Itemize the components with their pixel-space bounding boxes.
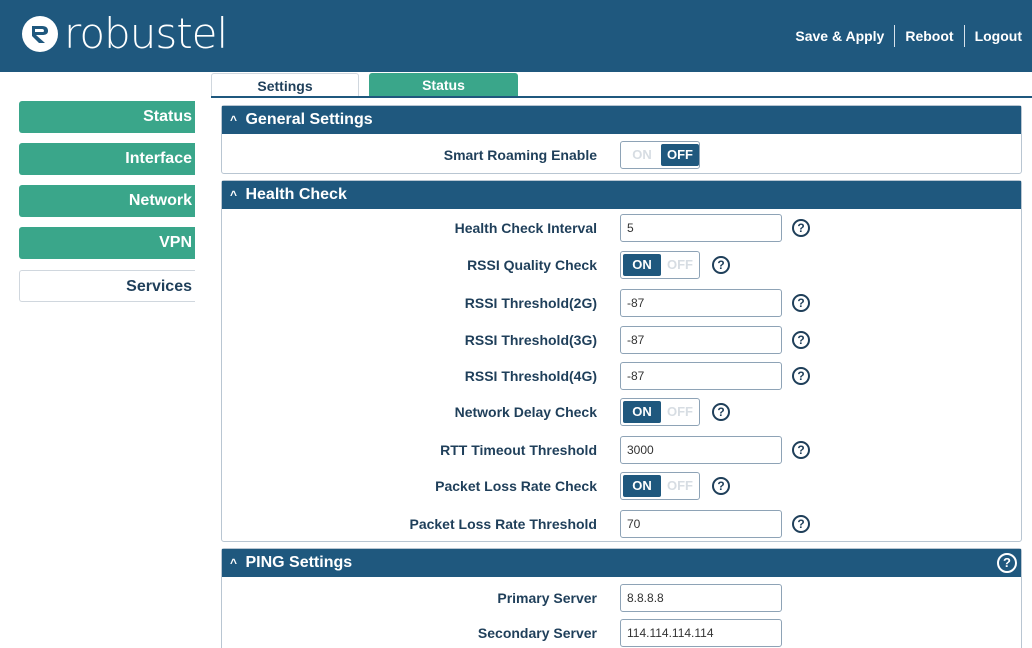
rssi-quality-check-toggle[interactable]: ON OFF [620,251,700,279]
help-icon[interactable]: ? [712,256,730,274]
field-label: RSSI Threshold(4G) [464,368,597,384]
collapse-caret-icon: ^ [230,556,238,570]
sidebar-item-rcms[interactable]: RCMS [144,534,182,549]
toggle-on-segment: ON [623,401,661,423]
brand-name: robustel [64,9,228,58]
field-label: Packet Loss Rate Check [435,478,597,494]
network-delay-check-row: Network Delay Check ON OFF ? [222,398,1021,426]
sidebar-item-sms[interactable]: SMS [154,382,182,397]
nav-services[interactable]: Services [19,270,195,302]
collapse-caret-icon: ^ [230,188,238,202]
tab-underline [211,96,1032,98]
sidebar-item-smart-roaming[interactable]: Smart Roaming [79,636,182,648]
field-label: Primary Server [497,590,597,606]
field-label: RTT Timeout Threshold [440,442,597,458]
packet-loss-rate-check-row: Packet Loss Rate Check ON OFF ? [222,472,1021,500]
toggle-on-segment: ON [623,475,661,497]
packet-loss-rate-threshold-row: Packet Loss Rate Threshold ? [222,510,1021,538]
toggle-off-segment: OFF [661,475,699,497]
rssi-threshold-2g-input[interactable] [620,289,782,317]
collapse-caret-icon: ^ [230,113,238,127]
rssi-threshold-4g-row: RSSI Threshold(4G) ? [222,362,1021,390]
ping-settings-header[interactable]: ^ PING Settings ? [222,549,1021,577]
toggle-on-segment: ON [623,254,661,276]
secondary-server-input[interactable] [620,619,782,647]
general-settings-panel: ^ General Settings Smart Roaming Enable … [221,105,1022,174]
sidebar-item-syslog[interactable]: Syslog [139,307,182,322]
field-label: Packet Loss Rate Threshold [409,516,597,532]
health-check-interval-input[interactable] [620,214,782,242]
nav-interface[interactable]: Interface [19,143,195,175]
logout-link[interactable]: Logout [975,28,1022,44]
rssi-threshold-2g-row: RSSI Threshold(2G) ? [222,289,1021,317]
tab-status[interactable]: Status [369,73,518,97]
brand-logo: robustel [22,9,228,58]
sidebar-item-email[interactable]: Email [149,408,182,423]
robustel-logo-icon [22,16,58,52]
toggle-on-segment: ON [623,144,661,166]
help-icon[interactable]: ? [997,553,1017,573]
rssi-threshold-3g-row: RSSI Threshold(3G) ? [222,326,1021,354]
smart-roaming-enable-row: Smart Roaming Enable ON OFF [222,141,1021,169]
nav-network[interactable]: Network [19,185,195,217]
save-apply-link[interactable]: Save & Apply [795,28,884,44]
sidebar-item-ssh[interactable]: SSH [155,484,182,499]
help-icon[interactable]: ? [792,294,810,312]
field-label: RSSI Quality Check [467,257,597,273]
help-icon[interactable]: ? [792,441,810,459]
help-icon[interactable]: ? [792,515,810,533]
help-icon[interactable]: ? [712,477,730,495]
rssi-threshold-4g-input[interactable] [620,362,782,390]
panel-title: General Settings [245,111,373,128]
sidebar-item-event[interactable]: Event [149,333,182,348]
secondary-server-row: Secondary Server [222,619,1021,647]
rssi-threshold-3g-input[interactable] [620,326,782,354]
rtt-timeout-threshold-input[interactable] [620,436,782,464]
help-icon[interactable]: ? [792,367,810,385]
health-check-panel: ^ Health Check Health Check Interval ? R… [221,180,1022,542]
primary-server-input[interactable] [620,584,782,612]
toggle-off-segment: OFF [661,254,699,276]
field-label: Health Check Interval [454,220,597,236]
sidebar-item-cumulocity-mqtt[interactable]: Cumulocity Mqtt [80,560,182,575]
field-label: RSSI Threshold(2G) [464,295,597,311]
general-settings-header[interactable]: ^ General Settings [222,106,1021,134]
field-label: RSSI Threshold(3G) [464,332,597,348]
rtt-timeout-threshold-row: RTT Timeout Threshold ? [222,436,1021,464]
header-divider [963,25,965,47]
help-icon[interactable]: ? [712,403,730,421]
packet-loss-rate-threshold-input[interactable] [620,510,782,538]
toggle-off-segment: OFF [661,144,699,166]
packet-loss-rate-check-toggle[interactable]: ON OFF [620,472,700,500]
toggle-off-segment: OFF [661,401,699,423]
smart-roaming-enable-toggle[interactable]: ON OFF [620,141,700,169]
header-actions: Save & Apply Reboot Logout [795,25,1022,47]
field-label: Network Delay Check [454,404,597,420]
header-divider [894,25,896,47]
health-check-header[interactable]: ^ Health Check [222,181,1021,209]
network-delay-check-toggle[interactable]: ON OFF [620,398,700,426]
sidebar-item-advanced[interactable]: Advanced [120,611,182,626]
ping-settings-panel: ^ PING Settings ? Primary Server Seconda… [221,548,1022,648]
nav-vpn[interactable]: VPN [19,227,195,259]
sidebar-item-data-guard[interactable]: Data Guard [115,458,182,473]
sidebar-item-gps[interactable]: GPS [155,508,182,523]
nav-status[interactable]: Status [19,101,195,133]
help-icon[interactable]: ? [792,331,810,349]
primary-server-row: Primary Server [222,584,1021,612]
sidebar-item-web-server[interactable]: Web Server [111,585,182,600]
field-label: Secondary Server [477,625,597,641]
field-label: Smart Roaming Enable [443,147,597,163]
panel-title: Health Check [245,186,347,203]
active-item-pointer-icon [203,640,211,648]
panel-title: PING Settings [245,554,353,571]
sidebar-item-ntp[interactable]: NTP [156,357,182,372]
sidebar-item-ddns[interactable]: DDNS [145,432,182,447]
reboot-link[interactable]: Reboot [905,28,953,44]
help-icon[interactable]: ? [792,219,810,237]
rssi-quality-check-row: RSSI Quality Check ON OFF ? [222,251,1021,279]
health-check-interval-row: Health Check Interval ? [222,214,1021,242]
tab-settings[interactable]: Settings [211,73,359,97]
app-header: robustel Save & Apply Reboot Logout [0,0,1032,72]
